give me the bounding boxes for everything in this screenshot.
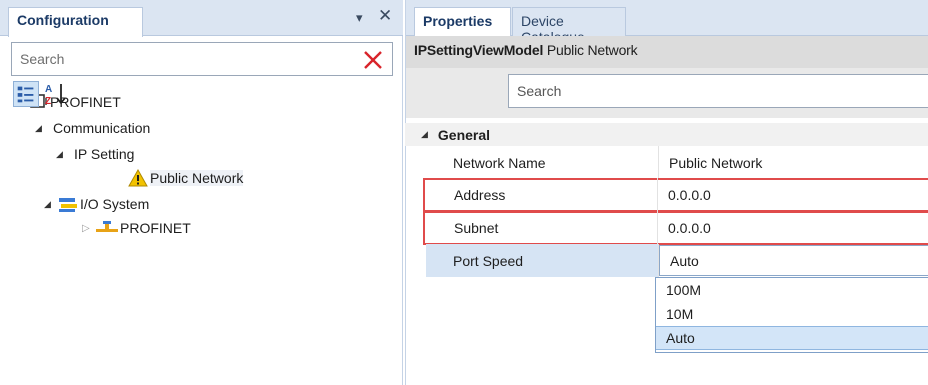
expanded-arrow-icon[interactable]: ◢ (44, 199, 58, 210)
property-value[interactable]: Public Network (659, 146, 928, 179)
configuration-header: Configuration ▾︎ ✕ (0, 0, 403, 37)
tree-node-public-network[interactable]: Public Network (128, 166, 244, 190)
categorized-view-icon[interactable] (13, 81, 39, 107)
tab-configuration[interactable]: Configuration (8, 7, 143, 37)
close-icon[interactable]: ✕ (378, 6, 392, 26)
tree-node-profinet-network[interactable]: ▷ PROFINET (82, 216, 191, 240)
properties-object-type: IPSettingViewModel (414, 42, 544, 58)
warning-icon (128, 169, 148, 187)
configuration-search (11, 42, 393, 76)
tree-node-label: Communication (53, 120, 151, 136)
category-general[interactable]: ◢ General (405, 123, 928, 146)
property-row-network-name[interactable]: Network Name Public Network (405, 146, 928, 179)
property-name: Address (425, 178, 658, 211)
configuration-search-input[interactable] (12, 43, 342, 75)
properties-search-input[interactable] (509, 75, 928, 107)
property-value[interactable]: 0.0.0.0 (658, 211, 928, 244)
tree-node-ip-setting[interactable]: ◢ IP Setting (56, 142, 134, 166)
svg-text:A: A (45, 84, 52, 95)
property-row-port-speed[interactable]: Port Speed Auto (405, 244, 928, 277)
io-system-icon (59, 198, 77, 212)
property-name: Port Speed (426, 244, 659, 277)
properties-search (508, 74, 928, 108)
network-icon (96, 221, 118, 232)
port-speed-dropdown: 100M 10M Auto (655, 277, 928, 353)
clear-x-icon[interactable] (362, 47, 384, 71)
properties-title: IPSettingViewModel Public Network (406, 36, 928, 68)
tab-properties[interactable]: Properties (414, 7, 511, 37)
dropdown-pin-icon[interactable]: ▾︎ (356, 10, 363, 26)
tree-node-label: Public Network (150, 170, 244, 186)
dropdown-option-10m[interactable]: 10M (656, 302, 928, 326)
svg-text:Z: Z (45, 96, 51, 107)
expanded-arrow-icon[interactable]: ◢ (421, 129, 428, 140)
tree-node-label: PROFINET (120, 220, 191, 236)
configuration-panel: Configuration ▾︎ ✕ ◢ PROFINET ◢ Communic… (0, 0, 403, 385)
properties-object-name: Public Network (546, 42, 638, 58)
tree-node-label: I/O System (80, 196, 150, 212)
expanded-arrow-icon[interactable]: ◢ (35, 123, 49, 134)
properties-header: Properties Device Catalogue (406, 0, 928, 45)
dropdown-option-100m[interactable]: 100M (656, 278, 928, 302)
tree-node-io-system[interactable]: ◢ I/O System (44, 192, 149, 216)
dropdown-option-auto[interactable]: Auto (656, 326, 928, 350)
port-speed-select[interactable]: Auto (659, 245, 928, 276)
sort-alphabetical-icon[interactable]: A Z (43, 81, 69, 107)
tree-node-communication[interactable]: ◢ Communication (35, 116, 150, 140)
expanded-arrow-icon[interactable]: ◢ (56, 149, 70, 160)
property-row-address[interactable]: Address 0.0.0.0 (423, 178, 928, 212)
property-row-subnet[interactable]: Subnet 0.0.0.0 (423, 211, 928, 245)
collapsed-arrow-icon[interactable]: ▷ (82, 223, 96, 234)
property-name: Subnet (425, 211, 658, 244)
tree-node-label: IP Setting (74, 146, 135, 162)
tab-device-catalogue[interactable]: Device Catalogue (512, 7, 626, 45)
category-label: General (437, 126, 491, 143)
property-value[interactable]: 0.0.0.0 (658, 178, 928, 211)
property-name: Network Name (426, 146, 659, 179)
